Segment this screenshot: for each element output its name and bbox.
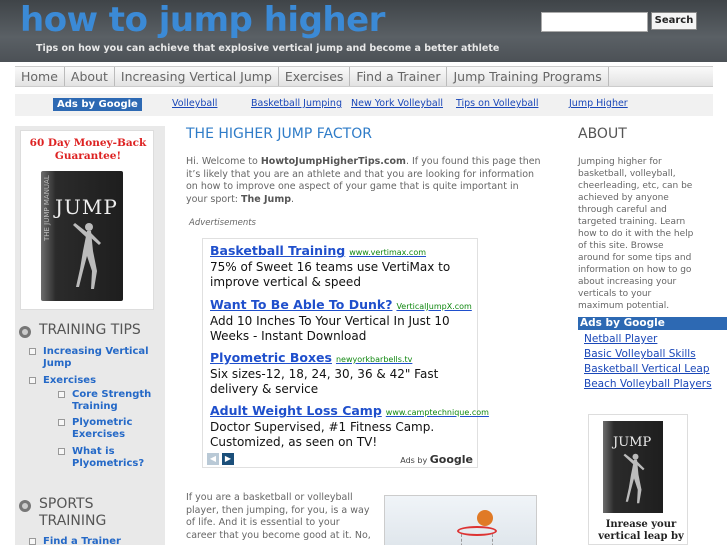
sidebar-link-find-a-trainer[interactable]: Find a Trainer [43,536,121,545]
ad-link-jump-higher[interactable]: Jump Higher [569,98,628,109]
sidebar-link-increasing-vertical-jump[interactable]: Increasing Vertical Jump [43,346,153,370]
nav-exercises[interactable]: Exercises [279,67,351,86]
adsense-block: Basketball Training www.vertimax.com 75% … [202,238,489,468]
expand-box-icon [58,419,65,426]
site-tagline: Tips on how you can achieve that explosi… [36,43,500,54]
jumper-silhouette-icon [623,453,645,504]
page-title: THE HIGHER JUMP FACTOR [186,126,372,142]
ad-title[interactable]: Want To Be Able To Dunk? VerticalJumpX.co… [210,297,472,312]
ad-link-new-york-volleyball[interactable]: New York Volleyball [351,98,443,109]
ad-description: Add 10 Inches To Your Vertical In Just 1… [210,314,450,343]
right-sidebar: ABOUT Jumping higher for basketball, vol… [574,118,727,545]
intro-emphasis: The Jump [241,193,292,205]
ads-by-google-label[interactable]: Ads by Google [53,98,142,111]
expand-box-icon [29,348,36,355]
search-button[interactable]: Search [651,12,697,30]
nav-jump-training-programs[interactable]: Jump Training Programs [447,67,609,86]
ad-url[interactable]: newyorkbarbells.tv [336,355,412,364]
nav-about[interactable]: About [65,67,115,86]
basketball-hoop-image [384,495,537,545]
ad-description: Six sizes-12, 18, 24, 30, 36 & 42" Fast … [210,367,439,396]
page: how to jump higher Tips on how you can a… [0,0,727,545]
guarantee-line-1: 60 Day Money-Back [29,137,147,149]
ad-link-tips-on-volleyball[interactable]: Tips on Volleyball [456,98,538,109]
training-tips-heading: TRAINING TIPS [19,322,154,339]
section-bullet-icon [19,500,31,512]
ad-title[interactable]: Plyometric Boxes newyorkbarbells.tv [210,350,412,365]
left-sidebar: 60 Day Money-Back Guarantee! JUMP THE JU… [15,126,165,545]
nav-home[interactable]: Home [15,67,65,86]
about-text: Jumping higher for basketball, volleybal… [578,157,694,311]
jump-manual-book-image: JUMP THE JUMP MANUAL [41,171,123,301]
intro-paragraph: Hi. Welcome to HowtoJumpHigherTips.com. … [186,156,541,206]
main-nav: Home About Increasing Vertical Jump Exer… [15,66,713,87]
ad-link-basic-volleyball-skills[interactable]: Basic Volleyball Skills [584,348,696,360]
intro-text: Hi. Welcome to [186,156,261,167]
sports-training-heading: SPORTS TRAINING [19,496,119,530]
advertisements-label: Advertisements [189,218,256,228]
body-paragraph: If you are a basketball or volleyball pl… [186,492,371,541]
ad-description: Doctor Supervised, #1 Fitness Camp. Cust… [210,420,435,449]
sidebar-link-plyometric-exercises[interactable]: Plyometric Exercises [72,417,152,441]
ads-by-google-label[interactable]: Ads by Google [578,317,727,330]
jump-manual-side-banner[interactable]: JUMP Inrease your vertical leap by [588,414,688,545]
expand-box-icon [58,448,65,455]
ad-link-basketball-jumping[interactable]: Basketball Jumping [251,98,342,109]
ad-link-basketball-vertical-leap[interactable]: Basketball Vertical Leap [584,363,710,375]
expand-box-icon [58,391,65,398]
about-heading: ABOUT [578,126,627,142]
sidebar-link-exercises[interactable]: Exercises [43,375,96,387]
site-header: how to jump higher Tips on how you can a… [0,0,727,62]
ad-title[interactable]: Basketball Training www.vertimax.com [210,243,426,258]
ad-link-unit: Ads by Google Volleyball Basketball Jump… [15,94,713,116]
main-content: THE HIGHER JUMP FACTOR Hi. Welcome to Ho… [178,118,568,545]
hoop-net-icon [461,534,493,545]
book-title: JUMP [55,195,118,219]
intro-text: . [291,193,295,205]
ad-description: 75% of Sweet 16 teams use VertiMax to im… [210,260,451,289]
ads-by-google-mark[interactable]: Ads by Google [400,453,473,466]
ad-link-netball-player[interactable]: Netball Player [584,333,657,345]
nav-increasing-vertical-jump[interactable]: Increasing Vertical Jump [115,67,279,86]
ad-link-beach-volleyball-players[interactable]: Beach Volleyball Players [584,378,712,390]
jumper-silhouette-icon [73,223,101,289]
section-bullet-icon [19,326,31,338]
sidebar-link-core-strength-training[interactable]: Core Strength Training [72,389,162,413]
book-title: JUMP [613,435,652,450]
ad-url[interactable]: www.camptechnique.com [386,408,489,417]
guarantee-text: 60 Day Money-Back Guarantee! [21,137,155,163]
jump-manual-book-image: JUMP [603,421,663,513]
ad-link-volleyball[interactable]: Volleyball [172,98,217,109]
guarantee-line-2: Guarantee! [54,150,122,162]
sidebar-link-what-is-plyometrics[interactable]: What is Plyometrics? [72,446,152,470]
site-title[interactable]: how to jump higher [20,0,385,40]
book-spine-text: THE JUMP MANUAL [43,175,51,241]
banner-caption: Inrease your vertical leap by [598,519,684,542]
expand-box-icon [29,377,36,384]
basketball-icon [477,510,493,526]
jump-manual-banner[interactable]: 60 Day Money-Back Guarantee! JUMP THE JU… [20,130,154,310]
ad-url[interactable]: www.vertimax.com [349,248,426,257]
ad-next-arrow-icon[interactable]: ▶ [222,453,234,465]
ad-prev-arrow-icon[interactable]: ◀ [207,453,219,465]
search-input[interactable] [541,12,648,32]
intro-site-name: HowtoJumpHigherTips.com [260,156,406,167]
ad-url[interactable]: VerticalJumpX.com [396,302,471,311]
nav-find-a-trainer[interactable]: Find a Trainer [350,67,448,86]
ad-title[interactable]: Adult Weight Loss Camp www.camptechnique.… [210,403,489,418]
expand-box-icon [29,538,36,545]
